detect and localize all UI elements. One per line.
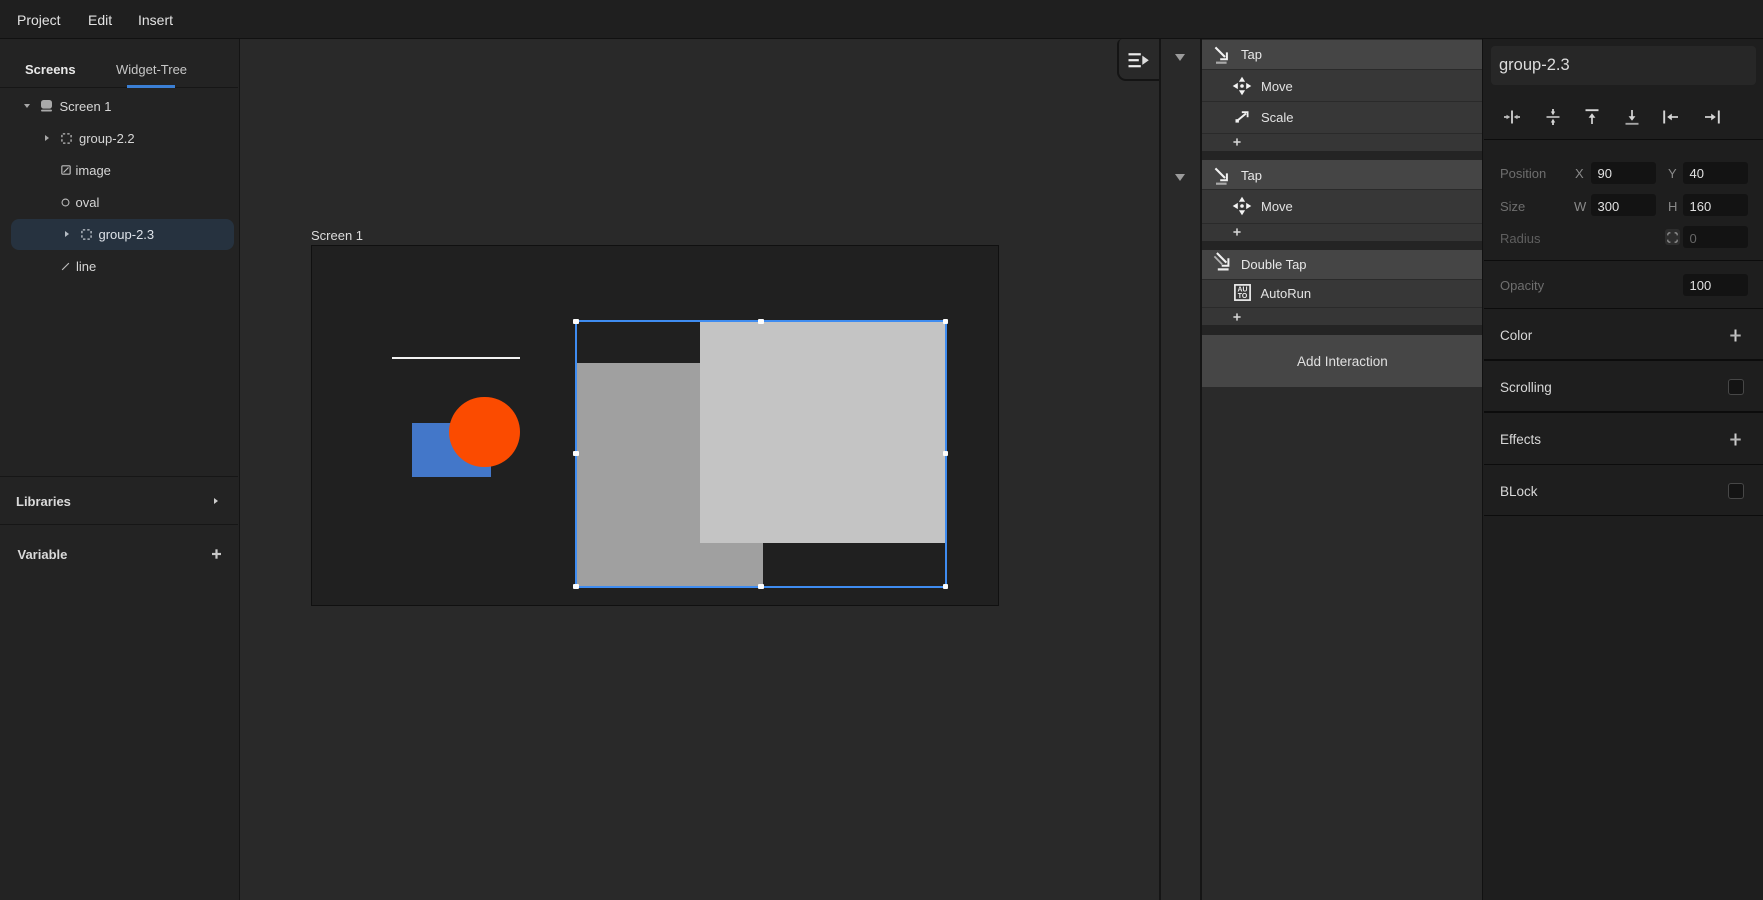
svg-text:TO: TO xyxy=(1237,293,1247,300)
